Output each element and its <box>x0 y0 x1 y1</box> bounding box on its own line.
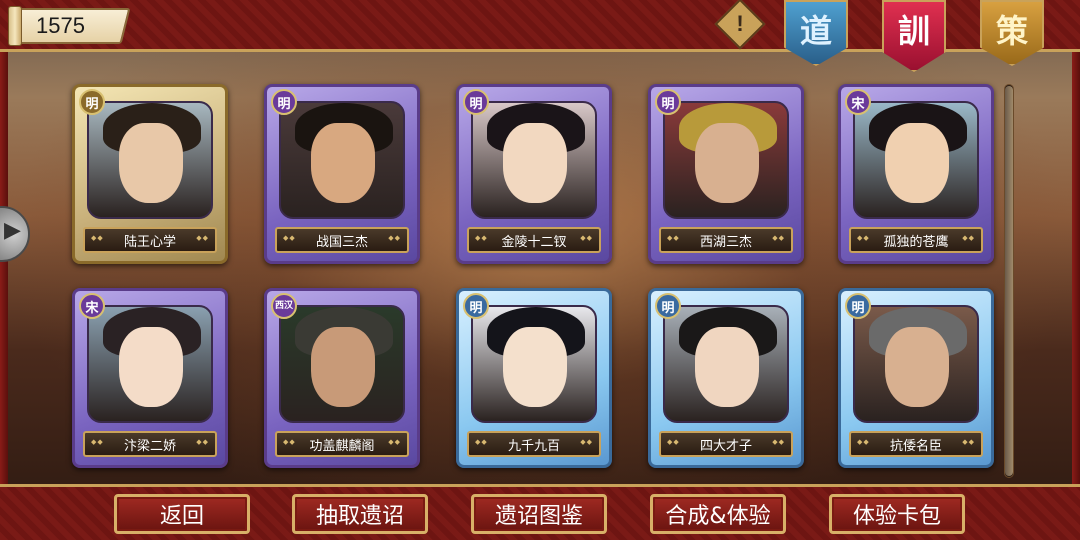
card-name-label: 孤独的苍鹰 <box>849 227 983 253</box>
edict-gallery-button[interactable]: 遗诏图鉴 <box>471 494 607 534</box>
coin-value: 1575 <box>36 13 85 38</box>
collection-card[interactable]: 明金陵十二钗 <box>456 84 612 264</box>
character-portrait <box>471 101 597 219</box>
collection-card[interactable]: 明抗倭名臣 <box>838 288 994 468</box>
collection-card[interactable]: 明西湖三杰 <box>648 84 804 264</box>
banner-ce[interactable]: 策 <box>980 0 1044 66</box>
portrait-face <box>119 123 183 203</box>
dynasty-badge: 明 <box>655 293 681 319</box>
scrollbar-thumb[interactable] <box>1005 86 1013 476</box>
character-portrait <box>279 101 405 219</box>
character-portrait <box>87 101 213 219</box>
collection-card[interactable]: 明九千九百 <box>456 288 612 468</box>
portrait-face <box>311 123 375 203</box>
character-portrait <box>663 101 789 219</box>
portrait-face <box>695 327 759 407</box>
portrait-face <box>311 327 375 407</box>
card-name-label: 功盖麒麟阁 <box>275 431 409 457</box>
dynasty-badge: 西汉 <box>271 293 297 319</box>
card-name-label: 九千九百 <box>467 431 601 457</box>
dynasty-badge: 明 <box>655 89 681 115</box>
banner-dao[interactable]: 道 <box>784 0 848 66</box>
card-name-label: 战国三杰 <box>275 227 409 253</box>
trial-card-pack-button[interactable]: 体验卡包 <box>829 494 965 534</box>
card-name-label: 金陵十二钗 <box>467 227 601 253</box>
card-name-label: 西湖三杰 <box>659 227 793 253</box>
collection-card[interactable]: 宋孤独的苍鹰 <box>838 84 994 264</box>
dynasty-badge: 明 <box>845 293 871 319</box>
scroll-currency-icon <box>8 6 22 46</box>
collection-card[interactable]: 明战国三杰 <box>264 84 420 264</box>
portrait-face <box>503 123 567 203</box>
dynasty-badge: 明 <box>463 293 489 319</box>
character-portrait <box>663 305 789 423</box>
collection-card[interactable]: 明四大才子 <box>648 288 804 468</box>
portrait-face <box>119 327 183 407</box>
compose-trial-button[interactable]: 合成&体验 <box>650 494 786 534</box>
collection-card[interactable]: 西汉功盖麒麟阁 <box>264 288 420 468</box>
banner-xun[interactable]: 訓 <box>882 0 946 72</box>
character-portrait <box>853 101 979 219</box>
exclamation-icon: ! <box>736 11 744 36</box>
character-portrait <box>471 305 597 423</box>
card-name-label: 汴梁二娇 <box>83 431 217 457</box>
right-frame-edge <box>1072 52 1080 484</box>
character-portrait <box>279 305 405 423</box>
dynasty-badge: 明 <box>79 89 105 115</box>
card-name-label: 陆王心学 <box>83 227 217 253</box>
dynasty-badge: 宋 <box>845 89 871 115</box>
dynasty-badge: 明 <box>271 89 297 115</box>
card-name-label: 四大才子 <box>659 431 793 457</box>
chevron-right-icon: ▶ <box>4 218 21 243</box>
character-portrait <box>87 305 213 423</box>
collection-card[interactable]: 明陆王心学 <box>72 84 228 264</box>
left-frame-edge <box>0 52 8 484</box>
card-name-label: 抗倭名臣 <box>849 431 983 457</box>
dynasty-badge: 宋 <box>79 293 105 319</box>
draw-edict-button[interactable]: 抽取遗诏 <box>292 494 428 534</box>
character-portrait <box>853 305 979 423</box>
portrait-face <box>885 123 949 203</box>
portrait-face <box>503 327 567 407</box>
collection-card[interactable]: 宋汴梁二娇 <box>72 288 228 468</box>
portrait-face <box>885 327 949 407</box>
portrait-face <box>695 123 759 203</box>
back-button[interactable]: 返回 <box>114 494 250 534</box>
dynasty-badge: 明 <box>463 89 489 115</box>
